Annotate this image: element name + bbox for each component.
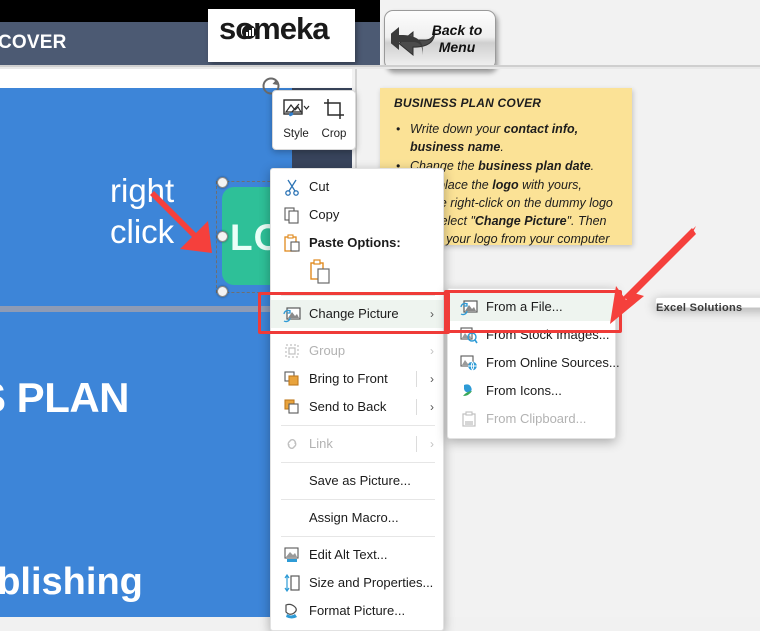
picture-style-icon <box>283 99 310 117</box>
mini-toolbar-crop-button[interactable]: Crop <box>315 97 353 140</box>
menu-item-send-to-back[interactable]: Send to Back › <box>271 393 443 421</box>
mini-toolbar: Style Crop <box>272 90 356 150</box>
menu-label: Assign Macro... <box>309 510 399 525</box>
scissors-icon <box>285 179 299 196</box>
menu-label: Copy <box>309 207 340 222</box>
paste-options-row <box>271 257 443 291</box>
bring-to-front-icon <box>284 371 299 386</box>
size-properties-icon <box>284 574 300 592</box>
chevron-right-icon: › <box>430 437 434 451</box>
someka-logo: someka Excel Solutions <box>208 9 760 314</box>
alt-text-icon <box>284 547 299 562</box>
menu-divider <box>416 436 417 452</box>
menu-label: Link <box>309 436 333 451</box>
back-to-menu-button[interactable]: Back to Menu <box>384 10 496 70</box>
menu-separator <box>281 462 435 463</box>
chevron-right-icon: › <box>430 372 434 386</box>
menu-separator <box>281 499 435 500</box>
menu-label: Format Picture... <box>309 603 406 618</box>
slide-publishing-text: ublishing <box>0 561 143 603</box>
chevron-right-icon: › <box>430 400 434 414</box>
menu-item-link: Link › <box>271 430 443 458</box>
paste-keep-formatting-icon[interactable] <box>309 259 331 285</box>
selection-handle-w[interactable] <box>217 231 228 242</box>
menu-item-save-as-picture[interactable]: Save as Picture... <box>271 467 443 495</box>
mini-toolbar-style-label: Style <box>283 128 309 140</box>
menu-label: Send to Back <box>309 399 387 414</box>
chevron-right-icon: › <box>430 344 434 358</box>
highlight-box-change-picture <box>258 292 450 334</box>
menu-item-paste-options[interactable]: Paste Options: <box>271 229 443 257</box>
mini-toolbar-style-button[interactable]: Style <box>277 97 315 140</box>
link-icon <box>287 439 297 449</box>
slide-top-margin <box>0 69 352 88</box>
mini-toolbar-crop-label: Crop <box>321 128 347 140</box>
menu-label: Paste Options: <box>309 235 401 250</box>
note-title: BUSINESS PLAN COVER <box>394 96 542 110</box>
from-icons-icon <box>463 384 472 396</box>
menu-item-bring-to-front[interactable]: Bring to Front › <box>271 365 443 393</box>
group-icon <box>285 344 299 358</box>
clipboard-icon <box>284 234 300 252</box>
send-to-back-icon <box>284 399 299 414</box>
menu-label: From Icons... <box>486 383 562 398</box>
menu-label: From Clipboard... <box>486 411 587 426</box>
menu-item-copy[interactable]: Copy <box>271 201 443 229</box>
menu-label: Save as Picture... <box>309 473 411 488</box>
submenu-item-from-online-sources[interactable]: From Online Sources... <box>448 349 620 377</box>
menu-item-edit-alt-text[interactable]: Edit Alt Text... <box>271 541 443 569</box>
menu-item-size-and-properties[interactable]: Size and Properties... <box>271 569 443 597</box>
back-to-menu-label: Back to Menu <box>431 22 483 55</box>
menu-label: Size and Properties... <box>309 575 434 590</box>
copy-icon <box>284 207 299 224</box>
menu-separator <box>281 536 435 537</box>
selection-handle-nw[interactable] <box>217 177 228 188</box>
online-sources-icon <box>460 355 477 372</box>
menu-label: Edit Alt Text... <box>309 547 388 562</box>
slide-plan-text: S PLAN <box>0 374 130 421</box>
format-picture-icon <box>285 603 297 619</box>
red-arrow-right-icon <box>610 226 696 324</box>
menu-item-format-picture[interactable]: Format Picture... <box>271 597 443 625</box>
bar-chart-icon <box>242 25 256 39</box>
menu-label: From Online Sources... <box>486 355 620 370</box>
selection-handle-sw[interactable] <box>217 286 228 297</box>
menu-item-group: Group › <box>271 337 443 365</box>
slide-blue-panel <box>0 88 292 617</box>
menu-divider <box>416 399 417 415</box>
menu-label: Cut <box>309 179 330 194</box>
submenu-item-from-clipboard: From Clipboard... <box>448 405 615 433</box>
context-menu: Cut Copy Paste Options: Change Picture ›… <box>270 168 444 631</box>
menu-label: Group <box>309 343 346 358</box>
menu-divider <box>416 371 417 387</box>
note-bullet: Write down your contact info, business n… <box>396 120 622 156</box>
crop-icon <box>324 99 344 119</box>
menu-label: Bring to Front <box>309 371 388 386</box>
from-clipboard-icon <box>462 411 476 427</box>
menu-item-cut[interactable]: Cut <box>271 173 443 201</box>
someka-wordmark: someka <box>219 11 329 46</box>
menu-separator <box>281 425 435 426</box>
page-title: COVER <box>0 32 67 53</box>
submenu-item-from-icons[interactable]: From Icons... <box>448 377 615 405</box>
screenshot-stage: COVER someka Excel Solutions Back to Men… <box>0 0 760 631</box>
menu-item-assign-macro[interactable]: Assign Macro... <box>271 504 443 532</box>
